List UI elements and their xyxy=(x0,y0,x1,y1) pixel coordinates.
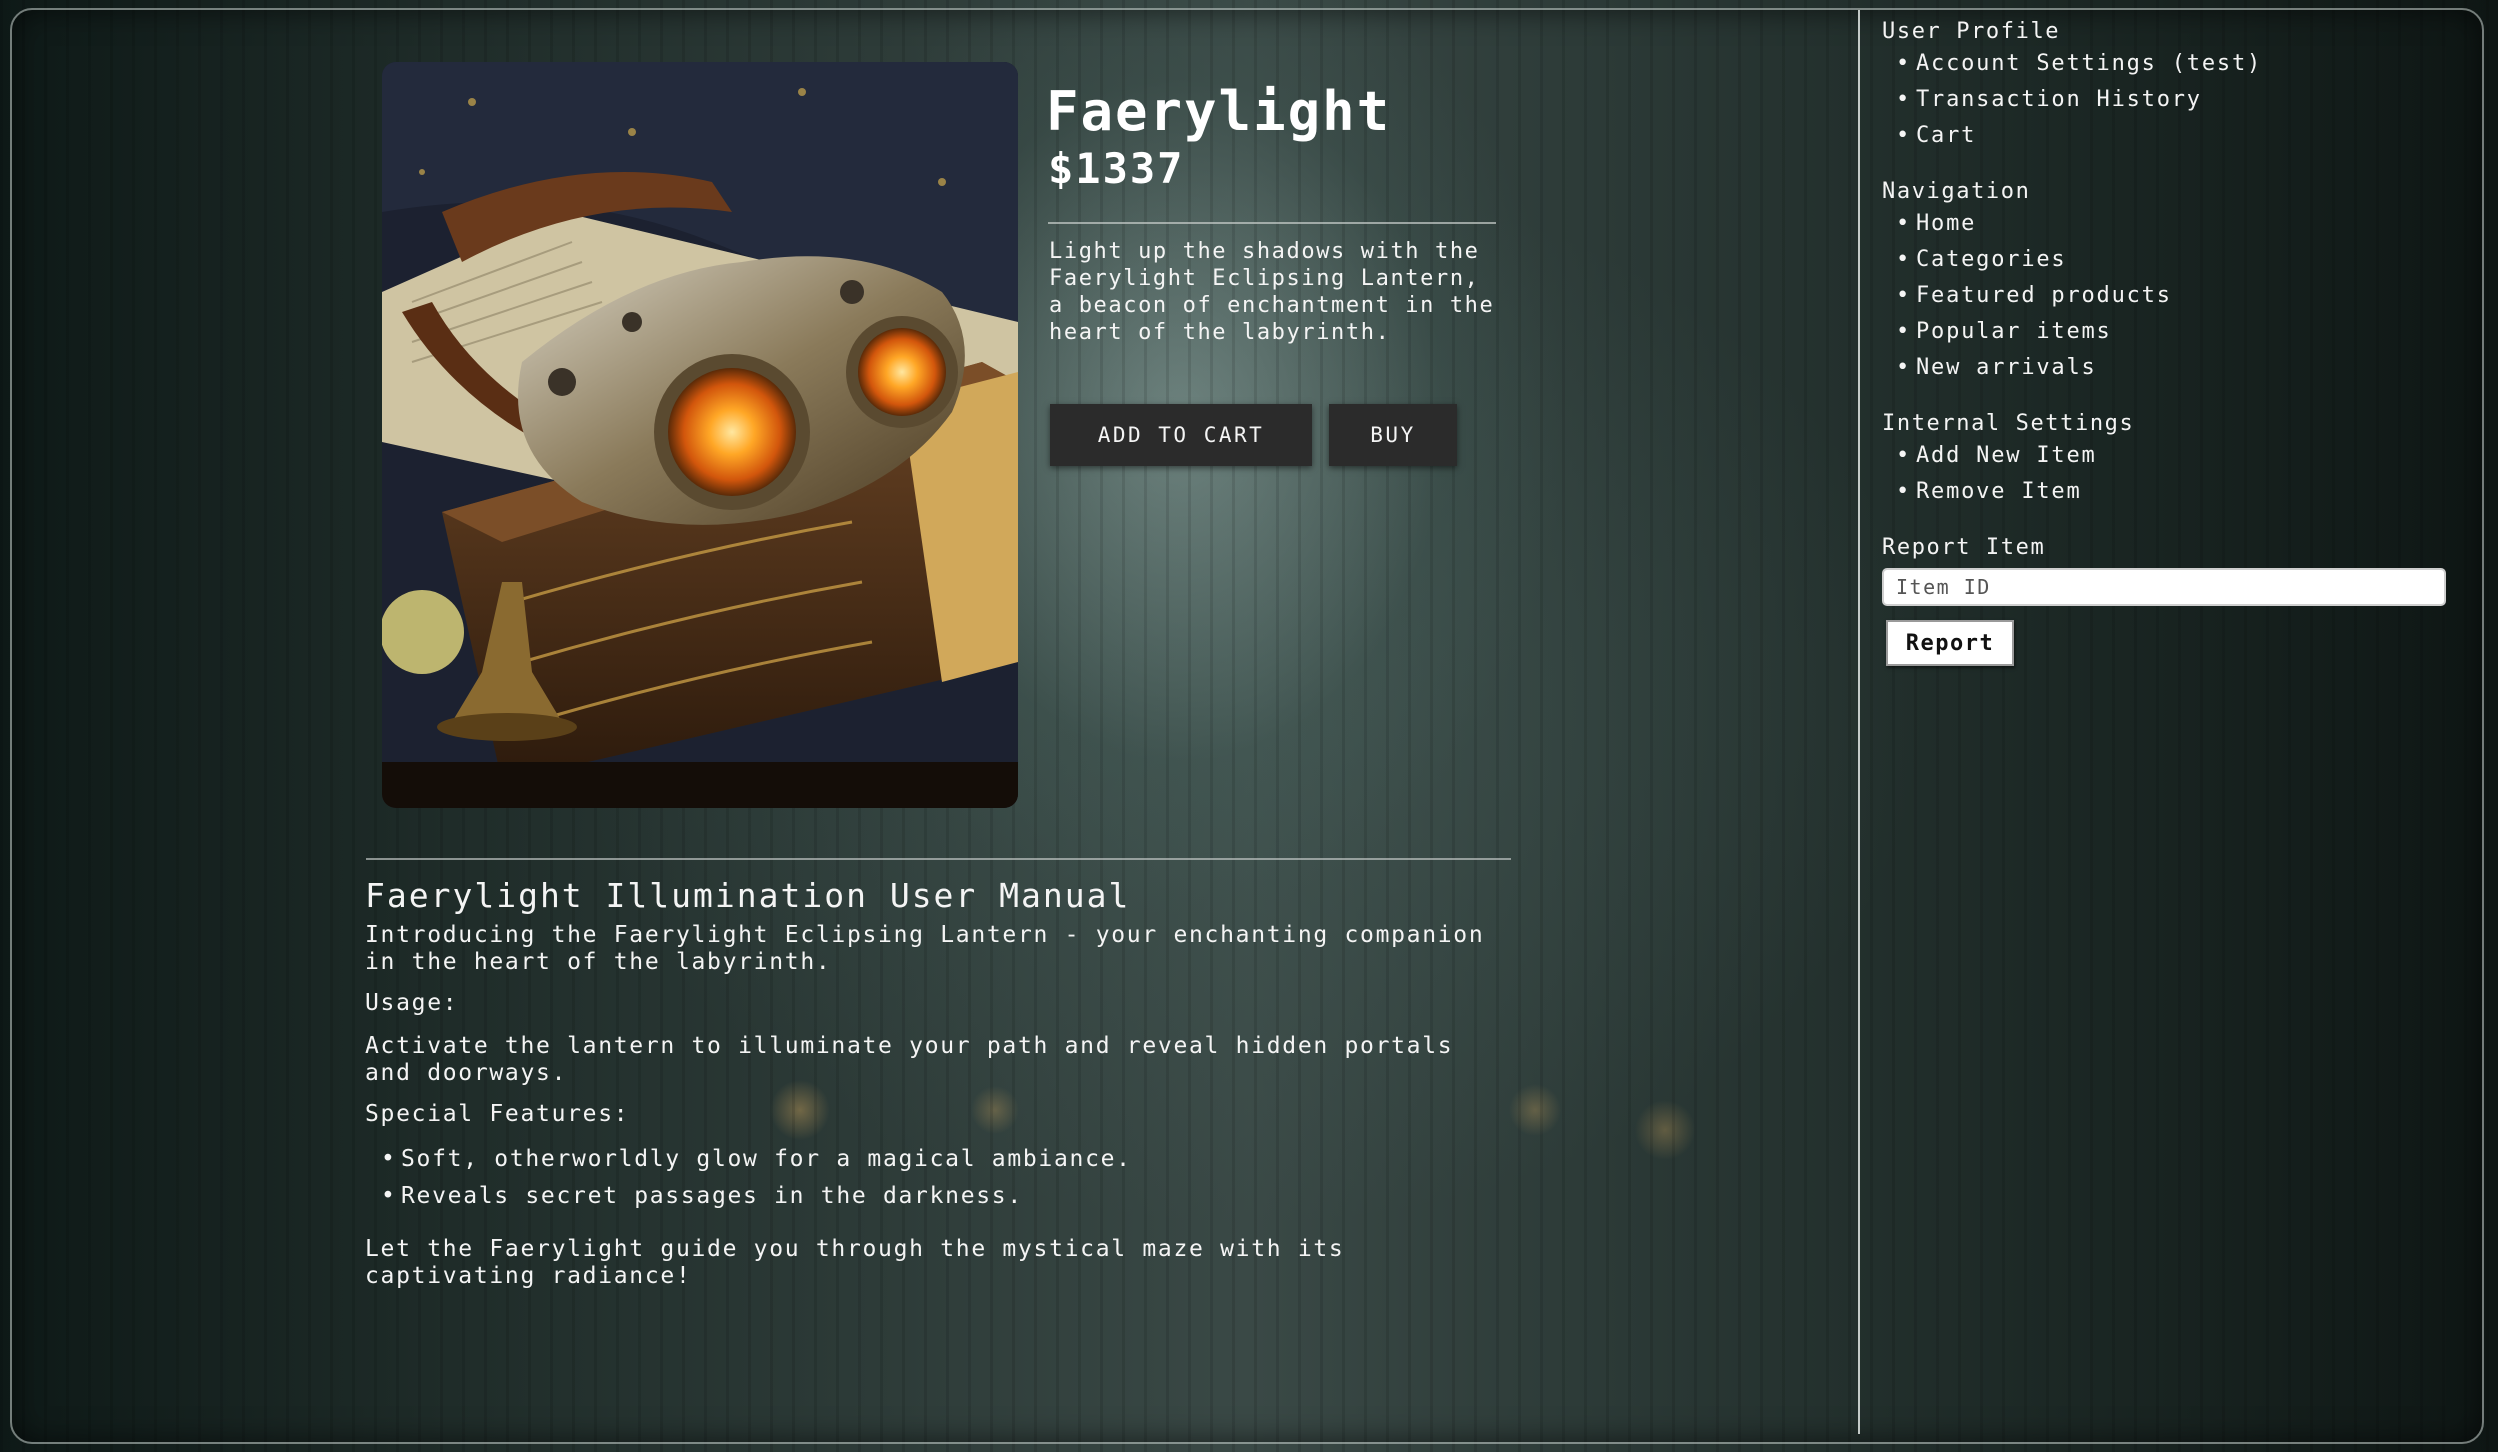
bullet-icon: • xyxy=(1896,211,1912,236)
usage-text: Activate the lantern to illuminate your … xyxy=(365,1033,1454,1086)
sidebar-item-categories[interactable]: • Categories xyxy=(1882,246,2446,282)
report-section: Report Item Report xyxy=(1882,534,2446,666)
sidebar-item-new-arrivals[interactable]: • New arrivals xyxy=(1882,354,2446,390)
manual-title: Faerylight Illumination User Manual xyxy=(365,876,1131,915)
manual-intro: Introducing the Faerylight Eclipsing Lan… xyxy=(365,922,1485,975)
internal-settings-heading: Internal Settings xyxy=(1882,411,2135,436)
sidebar-item-add-new-item[interactable]: • Add New Item xyxy=(1882,442,2446,478)
feature-item: • Soft, otherworldly glow for a magical a… xyxy=(365,1146,1515,1173)
report-heading: Report Item xyxy=(1882,535,2046,560)
usage-heading: Usage: xyxy=(365,990,459,1016)
user-profile-section: User Profile • Account Settings (test) • T… xyxy=(1882,18,2446,158)
bullet-icon: • xyxy=(1896,247,1912,272)
bullet-icon: • xyxy=(1896,319,1912,344)
bullet-icon: • xyxy=(381,1146,397,1172)
internal-settings-section: Internal Settings • Add New Item • Remove … xyxy=(1882,410,2446,514)
sidebar-item-featured-products[interactable]: • Featured products xyxy=(1882,282,2446,318)
sidebar-item-label[interactable]: Remove Item xyxy=(1916,479,2082,504)
product-image xyxy=(382,62,1018,808)
sidebar-item-popular-items[interactable]: • Popular items xyxy=(1882,318,2446,354)
bullet-icon: • xyxy=(1896,443,1912,468)
sidebar-item-label[interactable]: Home xyxy=(1916,211,1976,236)
features-list: • Soft, otherworldly glow for a magical a… xyxy=(365,1146,1515,1210)
add-to-cart-button[interactable]: ADD TO CART xyxy=(1050,404,1312,466)
sidebar-item-label[interactable]: Add New Item xyxy=(1916,443,2097,468)
features-heading: Special Features: xyxy=(365,1101,630,1127)
title-divider xyxy=(1048,222,1496,224)
sidebar-item-label[interactable]: Transaction History xyxy=(1916,87,2202,112)
sidebar-item-label[interactable]: Featured products xyxy=(1916,283,2172,308)
sidebar-item-label[interactable]: Account Settings (test) xyxy=(1916,51,2262,76)
navigation-heading: Navigation xyxy=(1882,179,2031,204)
sidebar: User Profile • Account Settings (test) • T… xyxy=(1882,18,2446,686)
section-divider xyxy=(366,858,1511,860)
sidebar-item-account-settings[interactable]: • Account Settings (test) xyxy=(1882,50,2446,86)
user-profile-heading: User Profile xyxy=(1882,19,2061,44)
sidebar-item-label[interactable]: Popular items xyxy=(1916,319,2112,344)
sidebar-item-home[interactable]: • Home xyxy=(1882,210,2446,246)
feature-item: • Reveals secret passages in the darkness… xyxy=(365,1183,1515,1210)
bullet-icon: • xyxy=(1896,355,1912,380)
bullet-icon: • xyxy=(1896,87,1912,112)
sidebar-item-remove-item[interactable]: • Remove Item xyxy=(1882,478,2446,514)
navigation-section: Navigation • Home • Categories • Featured p… xyxy=(1882,178,2446,390)
user-manual: Faerylight Illumination User Manual Intr… xyxy=(365,874,1515,1290)
bullet-icon: • xyxy=(1896,479,1912,504)
sidebar-item-cart[interactable]: • Cart xyxy=(1882,122,2446,158)
sidebar-divider xyxy=(1858,10,1860,1434)
sidebar-item-label[interactable]: Cart xyxy=(1916,123,1976,148)
buy-button[interactable]: BUY xyxy=(1329,404,1457,466)
bullet-icon: • xyxy=(1896,283,1912,308)
bullet-icon: • xyxy=(381,1183,397,1209)
sidebar-item-transaction-history[interactable]: • Transaction History xyxy=(1882,86,2446,122)
report-button[interactable]: Report xyxy=(1886,620,2014,666)
product-title: Faerylight xyxy=(1046,80,1392,143)
product-short-description: Light up the shadows with the Faerylight… xyxy=(1049,239,1495,345)
product-price: $1337 xyxy=(1048,144,1185,193)
bullet-icon: • xyxy=(1896,123,1912,148)
feature-text: Soft, otherworldly glow for a magical am… xyxy=(401,1146,1132,1172)
feature-text: Reveals secret passages in the darkness. xyxy=(401,1183,1023,1209)
manual-closing: Let the Faerylight guide you through the… xyxy=(365,1236,1345,1289)
item-id-input[interactable] xyxy=(1882,568,2446,606)
sidebar-item-label[interactable]: New arrivals xyxy=(1916,355,2097,380)
bullet-icon: • xyxy=(1896,51,1912,76)
sidebar-item-label[interactable]: Categories xyxy=(1916,247,2066,272)
